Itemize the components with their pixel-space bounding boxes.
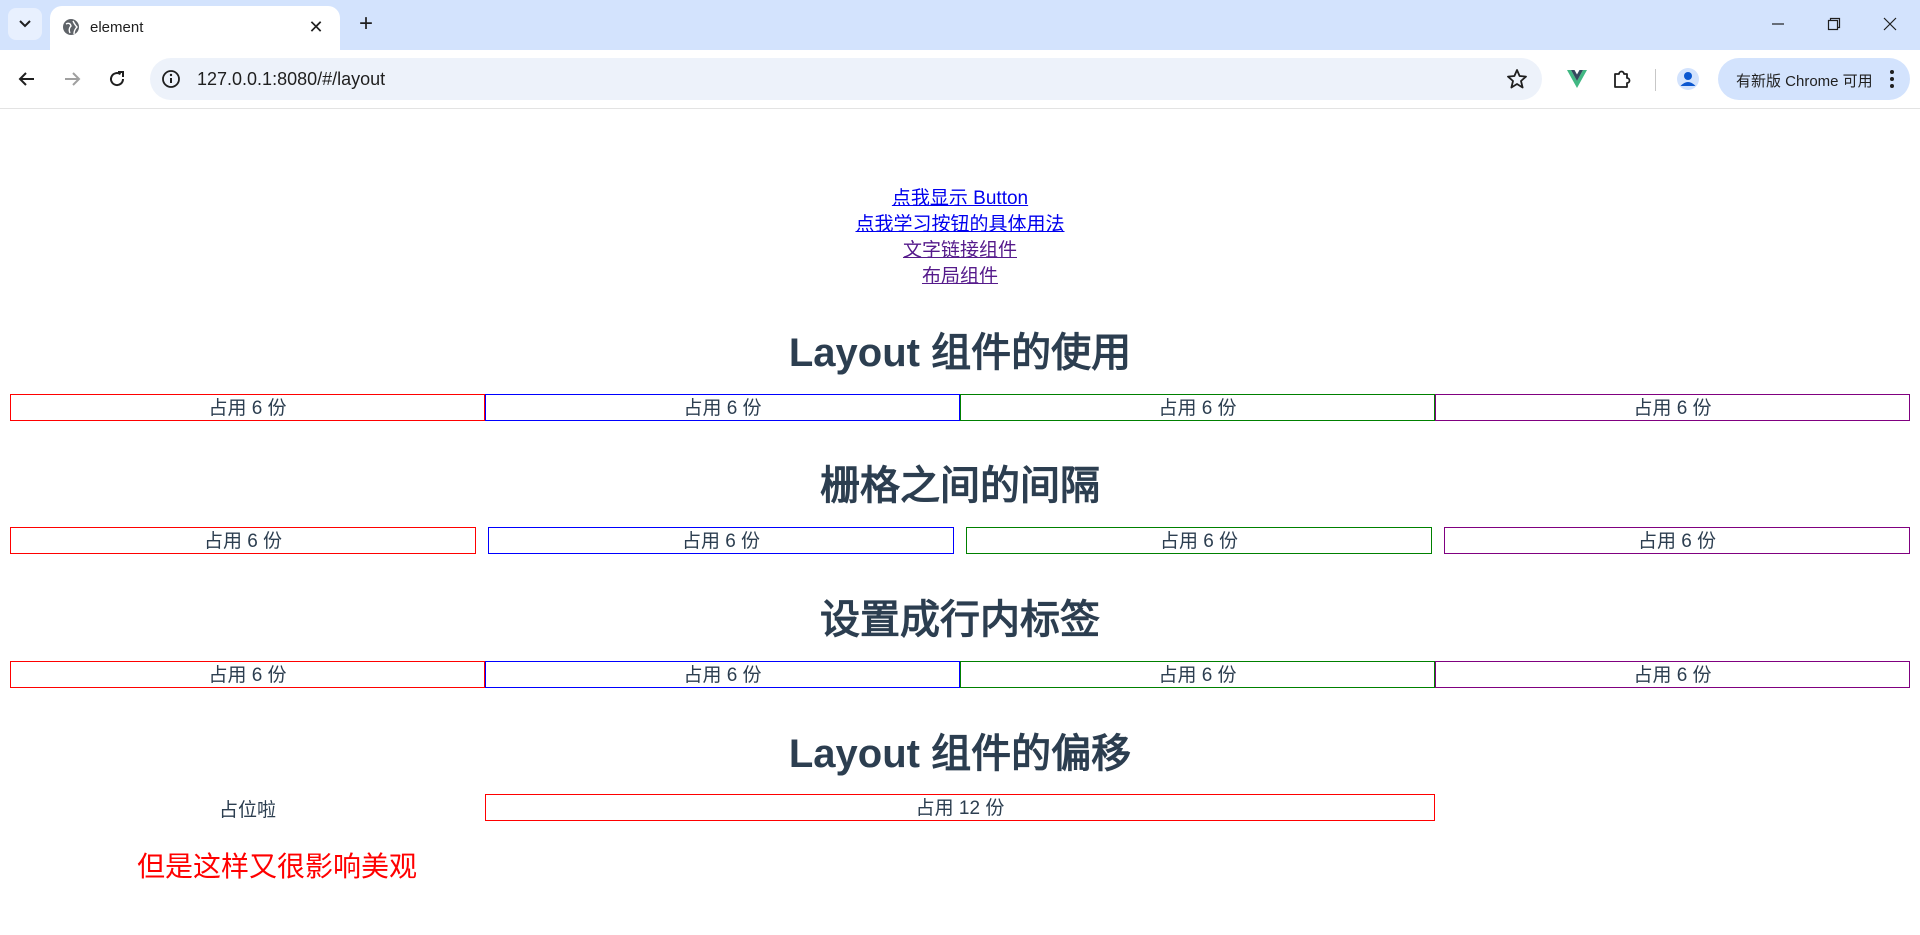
grid-cell: 占用 6 份 — [960, 394, 1435, 421]
arrow-left-icon — [18, 72, 34, 86]
grid-cell: 占用 6 份 — [10, 661, 485, 688]
more-vert-icon[interactable] — [1884, 67, 1900, 91]
site-info-icon[interactable] — [160, 68, 182, 90]
grid-cell: 占用 6 份 — [1435, 394, 1910, 421]
profile-avatar-icon[interactable] — [1675, 66, 1701, 92]
link-text-link-component[interactable]: 文字链接组件 — [0, 238, 1920, 264]
url-text[interactable]: 127.0.0.1:8080/#/layout — [197, 69, 385, 90]
extensions-puzzle-icon[interactable] — [1609, 66, 1635, 92]
grid-cell-offset: 占用 12 份 — [485, 794, 1435, 821]
grid-cell: 占用 6 份 — [1435, 661, 1910, 688]
tab-strip: element ✕ + — [0, 0, 1920, 50]
close-window-button[interactable] — [1862, 0, 1918, 48]
browser-tab[interactable]: element ✕ — [50, 6, 340, 50]
update-label: 有新版 Chrome 可用 — [1736, 73, 1873, 90]
note-text: 但是这样又很影响美观 — [137, 851, 418, 882]
restore-icon — [1827, 17, 1841, 31]
grid-cell: 占用 6 份 — [10, 394, 485, 421]
back-button[interactable] — [10, 62, 44, 96]
toolbar-divider — [1655, 69, 1656, 91]
grid-cell: 占用 6 份 — [1444, 527, 1910, 554]
link-show-button[interactable]: 点我显示 Button — [0, 186, 1920, 212]
forward-button[interactable] — [55, 62, 89, 96]
minimize-icon — [1772, 23, 1784, 25]
restore-button[interactable] — [1806, 0, 1862, 48]
section-title-layout-usage: Layout 组件的使用 — [788, 331, 1132, 375]
close-icon — [1883, 17, 1897, 31]
grid-cell: 占用 6 份 — [488, 527, 954, 554]
close-tab-icon[interactable]: ✕ — [304, 15, 328, 39]
grid-cell: 占用 6 份 — [966, 527, 1432, 554]
page-content: 点我显示 Button 点我学习按钮的具体用法 文字链接组件 布局组件 Layo… — [0, 109, 1920, 935]
globe-icon — [63, 19, 79, 35]
new-tab-button[interactable]: + — [352, 10, 380, 38]
chrome-update-button[interactable]: 有新版 Chrome 可用 — [1718, 58, 1910, 100]
grid-cell: 占用 6 份 — [10, 527, 476, 554]
link-button-usage[interactable]: 点我学习按钮的具体用法 — [0, 212, 1920, 238]
browser-toolbar: 127.0.0.1:8080/#/layout 有新版 Chrome 可用 — [0, 50, 1920, 109]
section-title-inline: 设置成行内标签 — [820, 598, 1100, 642]
vue-devtools-icon[interactable] — [1564, 66, 1590, 92]
section-title-gutter: 栅格之间的间隔 — [820, 464, 1100, 508]
nav-links: 点我显示 Button 点我学习按钮的具体用法 文字链接组件 布局组件 — [0, 186, 1920, 290]
address-bar[interactable]: 127.0.0.1:8080/#/layout — [150, 58, 1542, 100]
reload-button[interactable] — [100, 62, 134, 96]
chevron-down-icon — [19, 20, 31, 28]
arrow-right-icon — [65, 72, 81, 86]
bookmark-star-icon[interactable] — [1506, 68, 1528, 90]
grid-cell: 占用 6 份 — [960, 661, 1435, 688]
placeholder-text: 占位啦 — [218, 800, 276, 821]
tab-title: element — [90, 19, 144, 36]
tab-search-button[interactable] — [8, 8, 42, 40]
grid-cell: 占用 6 份 — [485, 661, 960, 688]
grid-cell: 占用 6 份 — [485, 394, 960, 421]
minimize-button[interactable] — [1750, 0, 1806, 48]
link-layout-component[interactable]: 布局组件 — [0, 264, 1920, 290]
reload-icon — [110, 71, 125, 87]
section-title-offset: Layout 组件的偏移 — [788, 732, 1132, 776]
